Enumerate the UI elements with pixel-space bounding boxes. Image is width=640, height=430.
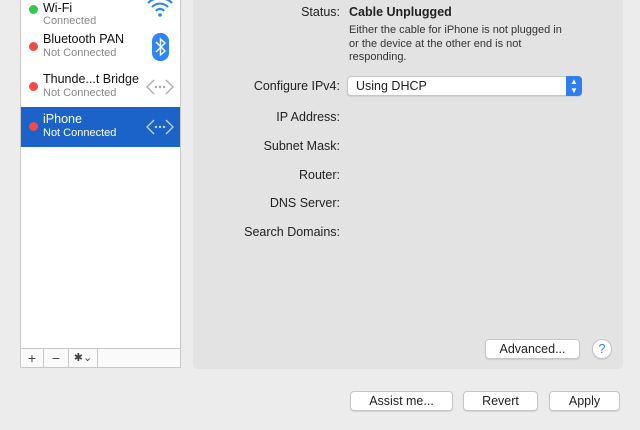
dns-server-label: DNS Server: bbox=[269, 196, 340, 210]
service-status: Not Connected bbox=[43, 47, 117, 59]
bluetooth-icon bbox=[152, 33, 169, 61]
service-name: Bluetooth PAN bbox=[43, 32, 125, 46]
apply-button[interactable]: Apply bbox=[549, 391, 620, 411]
ip-address-label: IP Address: bbox=[276, 110, 340, 124]
revert-button[interactable]: Revert bbox=[463, 391, 538, 411]
service-iphone[interactable]: iPhone Not Connected bbox=[21, 107, 180, 147]
configure-ipv4-value: Using DHCP bbox=[356, 79, 427, 93]
service-name: Wi-Fi bbox=[43, 1, 73, 15]
search-domains-label: Search Domains: bbox=[244, 225, 340, 239]
status-label: Status: bbox=[301, 5, 340, 19]
list-toolbar: + − ✱⌄ bbox=[20, 348, 181, 368]
status-dot bbox=[29, 5, 38, 14]
configure-ipv4-label: Configure IPv4: bbox=[253, 79, 340, 93]
status-dot bbox=[29, 122, 38, 131]
status-dot bbox=[29, 82, 38, 91]
service-status: Not Connected bbox=[43, 127, 117, 139]
service-thunderbolt-bridge[interactable]: Thunde...t Bridge Not Connected bbox=[21, 67, 180, 107]
service-list[interactable]: Wi-Fi Connected Bluetooth PAN Not Connec… bbox=[20, 0, 181, 368]
ethernet-icon bbox=[146, 79, 174, 95]
assist-me-button[interactable]: Assist me... bbox=[350, 391, 453, 411]
add-service-button[interactable]: + bbox=[21, 349, 44, 367]
service-name: Thunde...t Bridge bbox=[43, 72, 139, 86]
advanced-button[interactable]: Advanced... bbox=[485, 339, 580, 359]
configure-ipv4-select[interactable]: Using DHCP ▲ ▼ bbox=[347, 76, 582, 96]
help-button[interactable]: ? bbox=[592, 339, 612, 359]
wifi-icon bbox=[147, 0, 173, 17]
desc-line: responding. bbox=[349, 51, 407, 63]
gear-menu-button[interactable]: ✱⌄ bbox=[69, 349, 98, 367]
router-label: Router: bbox=[299, 168, 340, 182]
service-status: Connected bbox=[43, 15, 97, 27]
chevron-updown-icon: ▲ ▼ bbox=[566, 76, 582, 96]
status-dot bbox=[29, 42, 38, 51]
service-status: Not Connected bbox=[43, 87, 117, 99]
service-name: iPhone bbox=[43, 112, 82, 126]
status-value: Cable Unplugged bbox=[349, 5, 452, 19]
remove-service-button[interactable]: − bbox=[44, 349, 69, 367]
ethernet-icon bbox=[146, 119, 174, 135]
status-description: Either the cable for iPhone is not plugg… bbox=[349, 24, 562, 65]
service-bluetooth-pan[interactable]: Bluetooth PAN Not Connected bbox=[21, 27, 180, 67]
subnet-mask-label: Subnet Mask: bbox=[263, 139, 340, 153]
desc-line: Either the cable for iPhone is not plugg… bbox=[349, 24, 562, 36]
desc-line: or the device at the other end is not bbox=[349, 37, 522, 50]
